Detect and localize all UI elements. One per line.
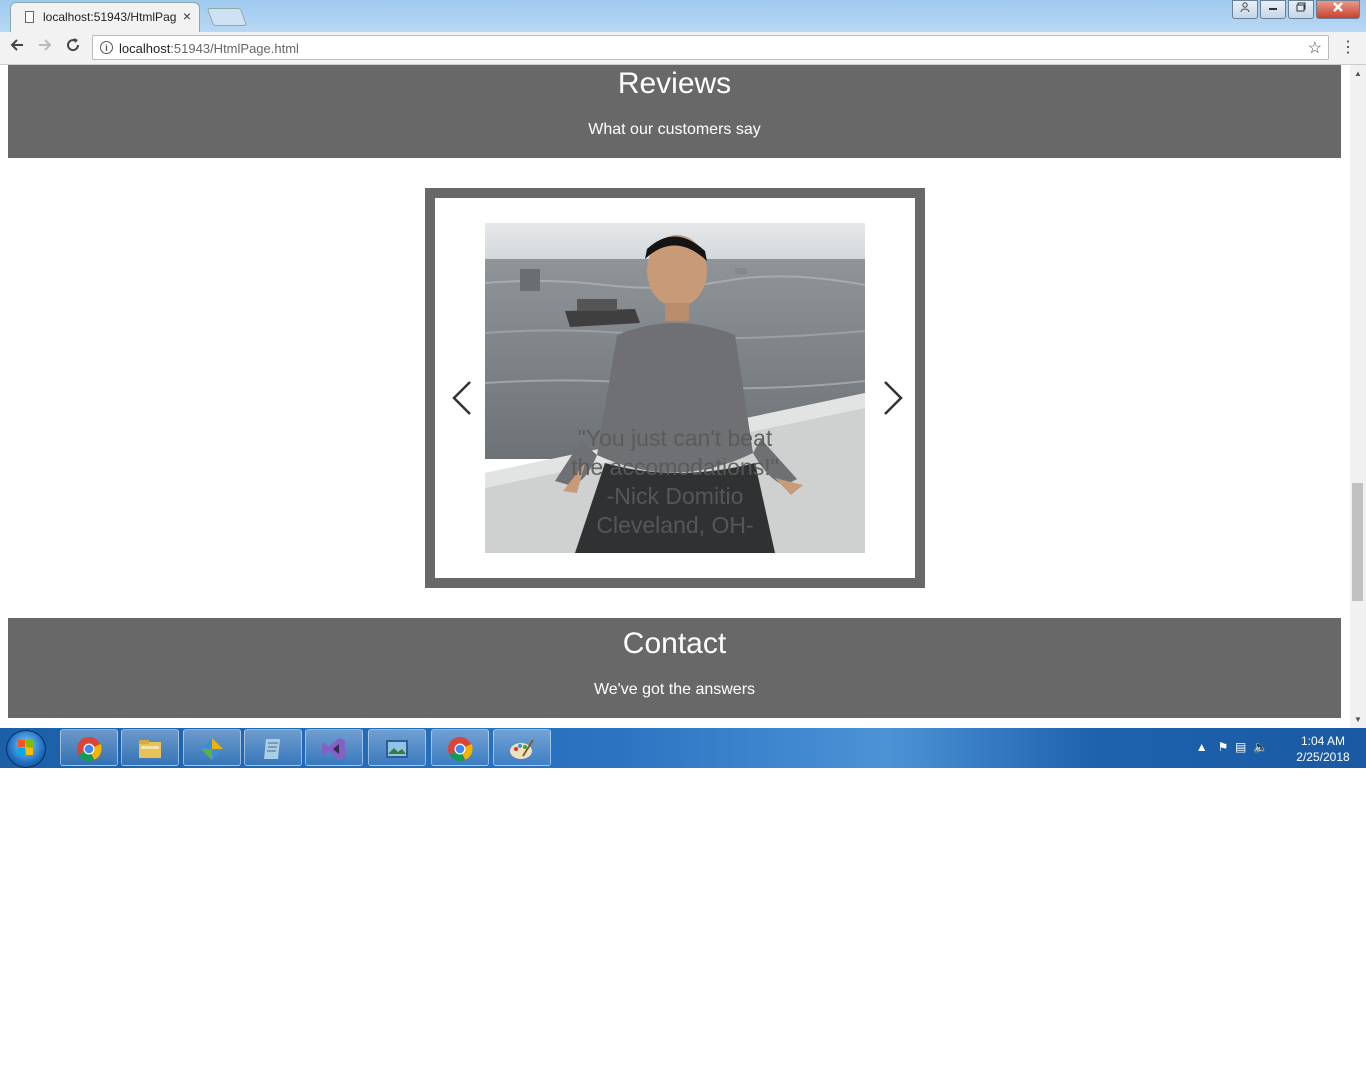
scroll-up-icon[interactable]: ▲ — [1354, 69, 1362, 78]
action-center-flag-icon[interactable]: ⚑ — [1218, 740, 1229, 754]
clock-time: 1:04 AM — [1300, 734, 1346, 748]
taskbar-photo-viewer[interactable] — [368, 729, 426, 766]
app-icon — [201, 738, 223, 760]
arrow-left-icon — [10, 39, 23, 51]
taskbar-visual-studio[interactable] — [305, 729, 363, 766]
volume-muted-icon[interactable]: 🔈 — [1253, 740, 1268, 754]
browser-tab[interactable]: localhost:51943/HtmlPag × — [10, 2, 200, 32]
network-icon[interactable]: ▤ — [1235, 740, 1246, 754]
reload-button[interactable] — [61, 36, 85, 60]
show-hidden-icons-icon[interactable]: ▲ — [1196, 740, 1208, 754]
restore-button[interactable] — [1288, 0, 1314, 19]
file-explorer-icon — [139, 740, 161, 758]
chevron-right-icon — [884, 381, 903, 415]
address-bar[interactable]: i localhost:51943/HtmlPage.html ☆ — [92, 35, 1329, 60]
review-quote-line-1: "You just can't beat — [577, 425, 773, 451]
visual-studio-icon — [322, 738, 345, 760]
close-icon — [1333, 2, 1343, 12]
forward-button[interactable] — [33, 36, 57, 60]
photo-viewer-icon — [386, 740, 408, 758]
review-caption: "You just can't beat the accomodations!"… — [485, 424, 865, 540]
close-window-button[interactable] — [1316, 0, 1360, 19]
chevron-left-icon — [452, 381, 471, 415]
reviews-title: Reviews — [617, 67, 732, 100]
minimize-button[interactable] — [1260, 0, 1286, 19]
arrow-right-icon — [39, 39, 52, 51]
minimize-icon — [1269, 8, 1277, 10]
bookmark-star-icon[interactable]: ☆ — [1308, 38, 1322, 58]
contact-title: Contact — [622, 627, 727, 660]
taskbar-notepad[interactable] — [244, 729, 302, 766]
scroll-down-icon[interactable]: ▼ — [1354, 715, 1362, 724]
taskbar-chrome[interactable] — [60, 729, 118, 766]
start-button[interactable] — [6, 730, 46, 768]
carousel-next-button[interactable] — [877, 378, 907, 418]
review-carousel: "You just can't beat the accomodations!"… — [425, 188, 925, 588]
user-icon — [1240, 2, 1250, 13]
windows-logo-icon — [18, 740, 33, 755]
clock-date: 2/25/2018 — [1296, 750, 1350, 764]
restore-icon — [1296, 2, 1306, 12]
url-path: :51943/HtmlPage.html — [170, 41, 299, 56]
chrome-icon — [77, 737, 102, 761]
browser-menu-button[interactable]: ⋮ — [1340, 37, 1356, 57]
back-button[interactable] — [5, 36, 29, 60]
tab-title: localhost:51943/HtmlPag — [43, 10, 177, 24]
tray-icons: ▲ ⚑ ▤ 🔈 — [1196, 740, 1268, 754]
info-icon[interactable]: i — [100, 41, 113, 54]
chrome-icon — [448, 737, 473, 761]
browser-toolbar: i localhost:51943/HtmlPage.html ☆ ⋮ — [0, 32, 1366, 65]
paint-icon — [510, 739, 534, 759]
reload-icon — [67, 38, 80, 52]
new-tab-button[interactable] — [206, 8, 248, 26]
system-clock[interactable]: 1:04 AM 2/25/2018 — [1288, 733, 1358, 765]
contact-subtitle: We've got the answers — [593, 681, 756, 698]
review-location: Cleveland, OH- — [596, 512, 754, 538]
taskbar-paint[interactable] — [493, 729, 551, 766]
tab-close-button[interactable]: × — [183, 8, 191, 24]
window-controls — [1232, 0, 1360, 19]
review-author: -Nick Domitio — [606, 483, 744, 509]
scrollbar-thumb[interactable] — [1352, 483, 1363, 601]
taskbar-file-explorer[interactable] — [121, 729, 179, 766]
url-host: localhost — [119, 41, 171, 56]
taskbar-chrome-active[interactable] — [431, 729, 489, 766]
profile-button[interactable] — [1232, 0, 1258, 19]
review-quote-line-2: the accomodations!" — [571, 454, 779, 480]
page-scrollbar[interactable]: ▲ ▼ — [1350, 65, 1366, 728]
url-text: localhost:51943/HtmlPage.html — [119, 41, 299, 56]
carousel-prev-button[interactable] — [448, 378, 478, 418]
taskbar-app[interactable] — [183, 729, 241, 766]
contact-section-header: Contact We've got the answers — [8, 618, 1341, 718]
windows-taskbar: ▲ ⚑ ▤ 🔈 1:04 AM 2/25/2018 — [0, 728, 1366, 768]
notepad-icon — [264, 739, 280, 759]
reviews-subtitle: What our customers say — [588, 121, 761, 138]
page-icon — [25, 11, 34, 23]
page-viewport: Reviews What our customers say "You just… — [0, 65, 1350, 728]
browser-tab-bar: localhost:51943/HtmlPag × — [0, 0, 1366, 32]
reviews-section-header: Reviews What our customers say — [8, 65, 1341, 158]
